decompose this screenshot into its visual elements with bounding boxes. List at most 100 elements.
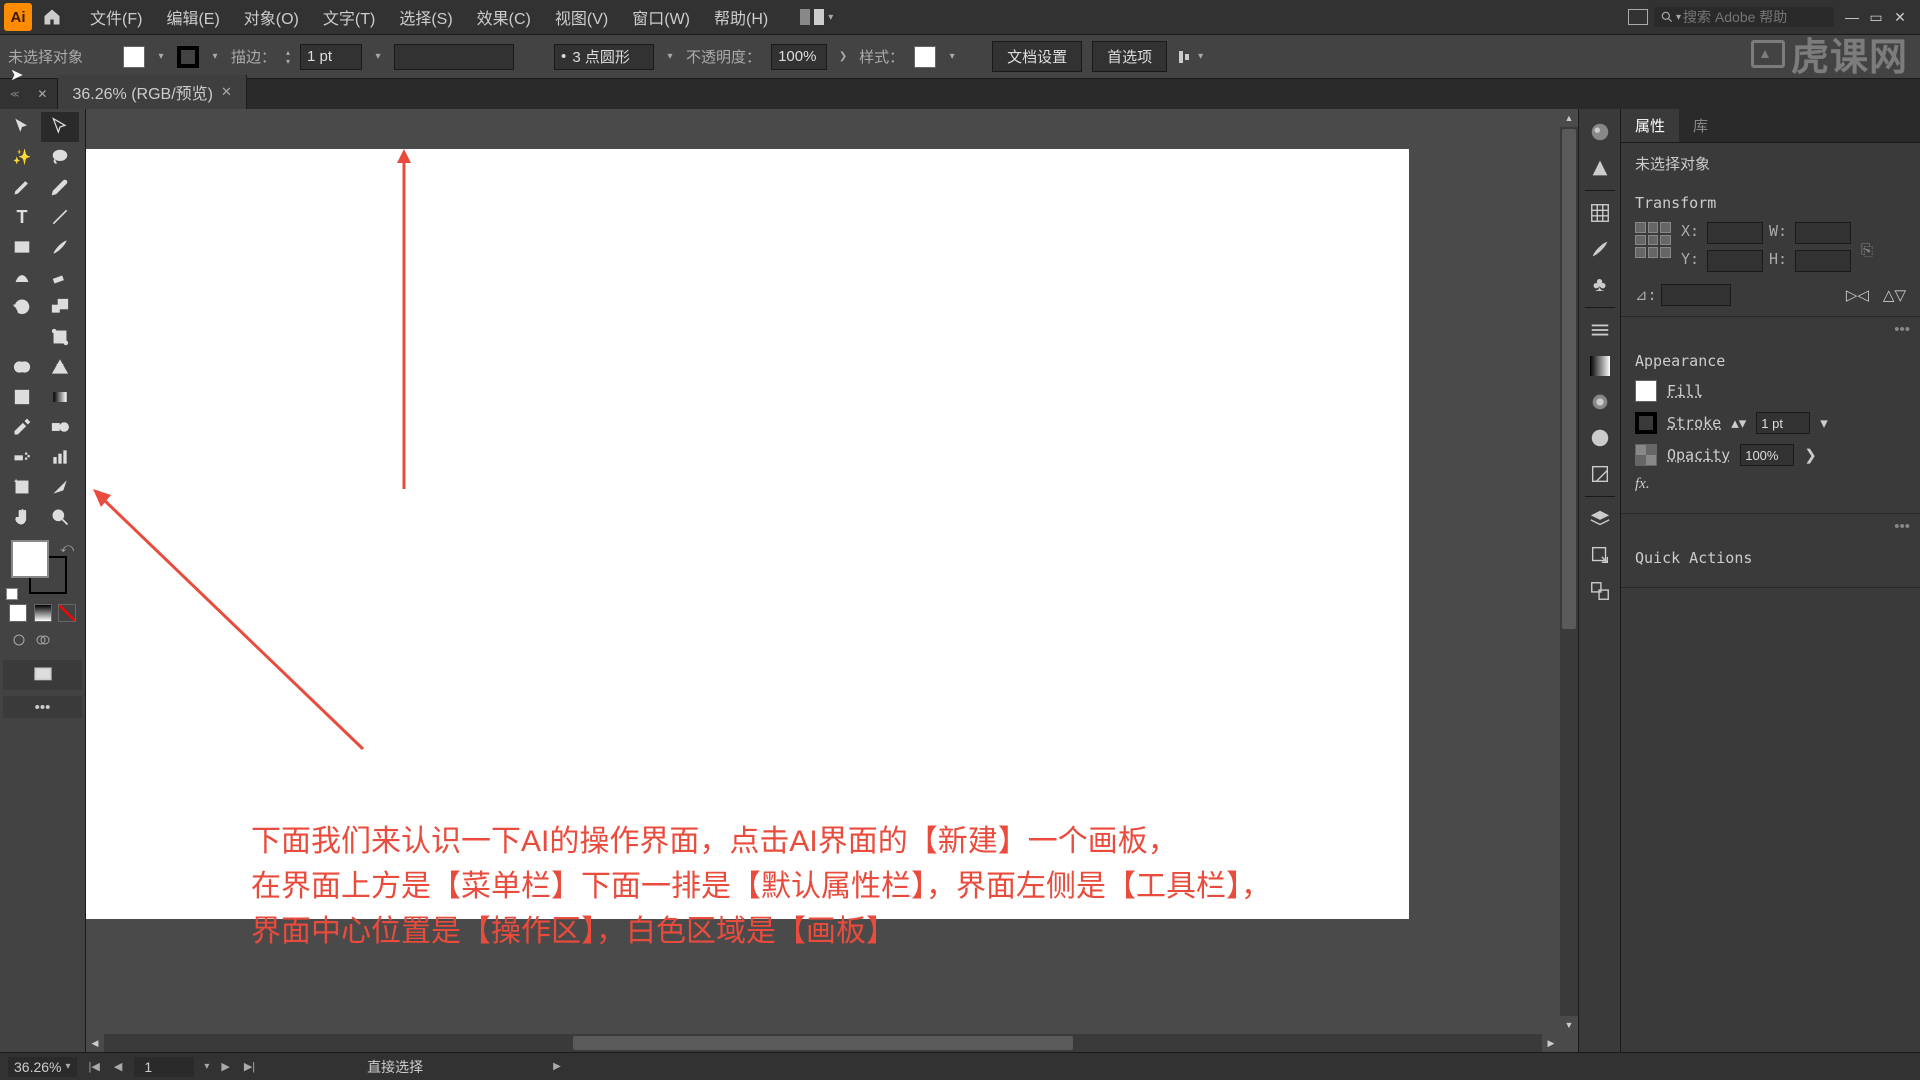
menu-edit[interactable]: 编辑(E) [154,1,231,33]
appearance-stroke-swatch[interactable] [1635,412,1657,434]
graphic-styles-panel-icon[interactable] [1583,457,1617,491]
fill-stroke-swatches[interactable]: ⤺ [3,538,82,600]
lasso-tool[interactable] [41,142,79,172]
appearance-panel-icon[interactable] [1583,421,1617,455]
menu-window[interactable]: 窗口(W) [620,1,702,33]
artboards-panel-icon[interactable] [1583,574,1617,608]
search-help-box[interactable]: ▾ [1654,7,1834,27]
shaper-tool[interactable] [3,262,41,292]
w-input[interactable] [1795,222,1851,244]
horizontal-scrollbar[interactable]: ◀ ▶ [86,1034,1560,1052]
appearance-opacity-label[interactable]: Opacity [1667,446,1730,464]
hand-tool[interactable] [3,502,41,532]
reference-point-picker[interactable] [1635,222,1671,258]
first-artboard-icon[interactable]: |◀ [87,1060,102,1073]
scroll-left-icon[interactable]: ◀ [86,1034,104,1052]
menu-object[interactable]: 对象(O) [232,1,311,33]
color-mode-icon[interactable] [9,604,27,622]
gradient-mode-icon[interactable] [34,604,52,622]
fx-label[interactable]: fx. [1635,476,1650,493]
menu-view[interactable]: 视图(V) [543,1,620,33]
scroll-down-icon[interactable]: ▼ [1560,1016,1578,1034]
appearance-fill-swatch[interactable] [1635,380,1657,402]
type-tool[interactable]: T [3,202,41,232]
x-input[interactable] [1707,222,1763,244]
screen-mode-icon[interactable] [3,660,82,690]
free-transform-tool[interactable] [41,322,79,352]
perspective-grid-tool[interactable] [41,352,79,382]
search-input[interactable] [1683,9,1813,25]
direct-selection-tool[interactable] [41,112,79,142]
align-icon[interactable]: ▾ [1177,48,1203,66]
artboard-dropdown-icon[interactable]: ▾ [204,1061,209,1072]
symbol-sprayer-tool[interactable] [3,442,41,472]
slice-tool[interactable] [41,472,79,502]
preferences-button[interactable]: 首选项 [1092,41,1167,72]
y-input[interactable] [1707,250,1763,272]
h-input[interactable] [1795,250,1851,272]
menu-type[interactable]: 文字(T) [311,1,387,33]
style-dropdown-icon[interactable]: ▾ [946,51,958,63]
selection-tool[interactable] [3,112,41,142]
stroke-weight-dropdown-icon[interactable]: ▾ [372,51,384,63]
appearance-more-icon[interactable]: ••• [1621,514,1920,539]
arrange-documents-icon[interactable] [1628,9,1648,25]
width-tool[interactable] [3,322,41,352]
eraser-tool[interactable] [41,262,79,292]
scroll-thumb-v[interactable] [1562,129,1576,629]
stroke-swatch[interactable] [177,46,199,68]
document-setup-button[interactable]: 文档设置 [992,41,1082,72]
color-panel-icon[interactable] [1583,115,1617,149]
stroke-dropdown-icon[interactable]: ▾ [209,51,221,63]
menu-file[interactable]: 文件(F) [78,1,154,33]
tab-libraries[interactable]: 库 [1679,109,1722,142]
artboard[interactable]: 下面我们来认识一下AI的操作界面，点击AI界面的【新建】一个画板， 在界面上方是… [86,149,1409,919]
color-guide-panel-icon[interactable] [1583,151,1617,185]
mesh-tool[interactable] [3,382,41,412]
line-segment-tool[interactable] [41,202,79,232]
draw-normal-icon[interactable] [11,632,27,652]
maximize-icon[interactable]: ▭ [1864,7,1888,27]
scroll-up-icon[interactable]: ▲ [1560,109,1578,127]
curvature-tool[interactable] [41,172,79,202]
paintbrush-tool[interactable] [41,232,79,262]
rotate-tool[interactable] [3,292,41,322]
stroke-weight-input[interactable]: 1 pt [300,44,362,70]
shape-builder-tool[interactable] [3,352,41,382]
column-graph-tool[interactable] [41,442,79,472]
angle-input[interactable] [1661,284,1731,306]
appearance-opacity-dropdown-icon[interactable]: ❯ [1804,446,1817,464]
none-mode-icon[interactable] [58,604,76,622]
asset-export-panel-icon[interactable] [1583,538,1617,572]
graphic-style-swatch[interactable] [914,46,936,68]
constrain-proportions-icon[interactable]: ⎘ [1861,242,1873,259]
status-menu-icon[interactable]: ▶ [553,1061,561,1072]
zoom-tool[interactable] [41,502,79,532]
appearance-opacity-input[interactable] [1740,444,1794,466]
rectangle-tool[interactable] [3,232,41,262]
transparency-panel-icon[interactable] [1583,385,1617,419]
close-icon[interactable]: ✕ [1888,7,1912,27]
artboard-nav-combo[interactable]: 1 [134,1057,194,1077]
menu-help[interactable]: 帮助(H) [702,1,780,33]
prev-artboard-icon[interactable]: ◀ [112,1060,124,1073]
appearance-opacity-swatch[interactable] [1635,444,1657,466]
layers-panel-icon[interactable] [1583,502,1617,536]
swap-fill-stroke-icon[interactable]: ⤺ [60,540,74,556]
brush-definition[interactable]: •3 点圆形 [554,44,654,70]
fill-dropdown-icon[interactable]: ▾ [155,51,167,63]
scale-tool[interactable] [41,292,79,322]
close-tab-icon[interactable]: ✕ [221,84,232,100]
blend-tool[interactable] [41,412,79,442]
scroll-right-icon[interactable]: ▶ [1542,1034,1560,1052]
next-artboard-icon[interactable]: ▶ [219,1060,231,1073]
tab-properties[interactable]: 属性 [1621,109,1679,142]
menu-effect[interactable]: 效果(C) [465,1,543,33]
document-tab[interactable]: 36.26% (RGB/预览) ✕ [58,75,246,109]
opacity-dropdown-icon[interactable]: ❯ [837,51,849,63]
eyedropper-tool[interactable] [3,412,41,442]
stroke-panel-icon[interactable] [1583,313,1617,347]
zoom-level-combo[interactable]: 36.26%▾ [8,1057,77,1077]
workspace-switcher-icon[interactable]: ▾ [800,9,833,25]
flip-vertical-icon[interactable]: △▽ [1883,286,1906,304]
